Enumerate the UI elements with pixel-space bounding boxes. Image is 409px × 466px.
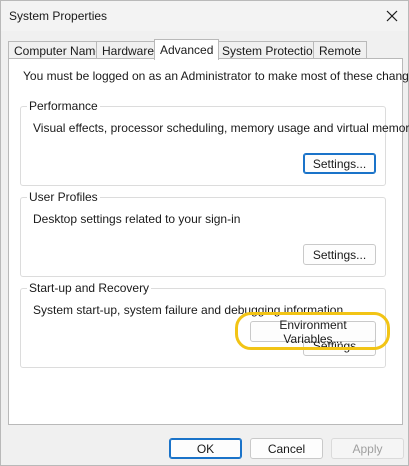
user-profiles-settings-button[interactable]: Settings... <box>303 244 376 265</box>
apply-button[interactable]: Apply <box>331 438 404 459</box>
performance-settings-button[interactable]: Settings... <box>303 153 376 174</box>
environment-variables-button[interactable]: Environment Variables... <box>250 318 376 346</box>
user-profiles-description: Desktop settings related to your sign-in <box>33 212 241 226</box>
close-icon <box>386 10 398 22</box>
close-button[interactable] <box>376 1 408 31</box>
tab-advanced[interactable]: Advanced <box>154 39 220 60</box>
advanced-tab-panel: You must be logged on as an Administrato… <box>8 58 409 425</box>
title-bar[interactable]: System Properties <box>1 1 408 31</box>
tab-remote[interactable]: Remote <box>313 41 368 59</box>
tab-strip: Computer Name Hardware Advanced System P… <box>8 39 403 60</box>
ok-button[interactable]: OK <box>169 438 242 459</box>
tab-hardware[interactable]: Hardware <box>96 41 161 59</box>
startup-recovery-group-title: Start-up and Recovery <box>27 281 152 295</box>
user-profiles-group-title: User Profiles <box>27 190 100 204</box>
user-profiles-group: User Profiles Desktop settings related t… <box>20 190 386 277</box>
performance-group-title: Performance <box>27 99 100 113</box>
cancel-button[interactable]: Cancel <box>250 438 323 459</box>
performance-description: Visual effects, processor scheduling, me… <box>33 121 409 135</box>
admin-note: You must be logged on as an Administrato… <box>23 69 409 83</box>
performance-group: Performance Visual effects, processor sc… <box>20 99 409 186</box>
system-properties-window: System Properties Computer Name Hardware… <box>0 0 409 466</box>
tab-computer-name[interactable]: Computer Name <box>8 41 109 59</box>
tab-system-protection[interactable]: System Protection <box>216 41 326 59</box>
window-title: System Properties <box>9 9 108 23</box>
